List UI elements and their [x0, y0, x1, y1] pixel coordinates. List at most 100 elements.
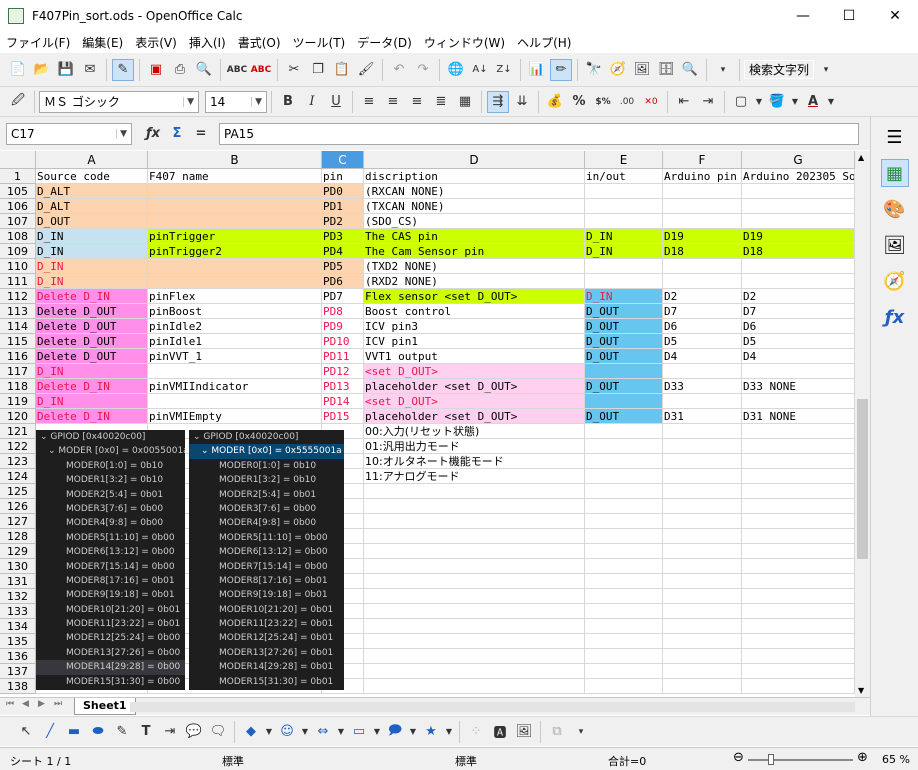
- column-header-b[interactable]: B: [148, 151, 322, 169]
- clone-format-icon[interactable]: 🖌: [355, 59, 377, 81]
- cell[interactable]: [585, 184, 663, 199]
- function-wizard-icon[interactable]: ƒx: [142, 123, 164, 145]
- cell[interactable]: D31 NONE: [742, 409, 855, 424]
- from-file-icon[interactable]: 🖼: [513, 721, 535, 743]
- cell[interactable]: D_OUT: [585, 379, 663, 394]
- font-color-icon[interactable]: A: [802, 91, 824, 113]
- cell[interactable]: PD0: [322, 184, 364, 199]
- cell[interactable]: Delete D_IN: [36, 289, 148, 304]
- search-text-field[interactable]: 検索文字列: [744, 60, 815, 79]
- cell[interactable]: [663, 469, 742, 484]
- cell[interactable]: [663, 514, 742, 529]
- cell[interactable]: [742, 499, 855, 514]
- name-box[interactable]: C17 ▼: [6, 122, 132, 145]
- row-header[interactable]: 1: [0, 169, 36, 184]
- cell[interactable]: [364, 679, 585, 694]
- navigator-icon[interactable]: 🧭: [607, 59, 629, 81]
- cell[interactable]: pinIdle1: [148, 334, 322, 349]
- styles-icon[interactable]: 🎨: [881, 195, 909, 223]
- underline-icon[interactable]: U: [325, 91, 347, 113]
- cell[interactable]: [585, 589, 663, 604]
- copy-icon[interactable]: ❐: [307, 59, 329, 81]
- cell[interactable]: D31: [663, 409, 742, 424]
- cell[interactable]: D18: [742, 244, 855, 259]
- zoom-slider[interactable]: [748, 759, 853, 761]
- save-icon[interactable]: 💾: [55, 59, 77, 81]
- chevron-down-icon[interactable]: ▼: [408, 721, 418, 743]
- freeform-icon[interactable]: ✎: [111, 721, 133, 743]
- note-text[interactable]: 01:汎用出力モード: [364, 439, 585, 454]
- cell[interactable]: [742, 544, 855, 559]
- cell[interactable]: PD6: [322, 274, 364, 289]
- cell[interactable]: [364, 559, 585, 574]
- cell[interactable]: placeholder <set D_OUT>: [364, 409, 585, 424]
- menu-help[interactable]: ヘルプ(H): [511, 34, 577, 51]
- cell[interactable]: D6: [663, 319, 742, 334]
- cell[interactable]: [663, 604, 742, 619]
- selection-mode[interactable]: 標準: [455, 753, 477, 769]
- select-arrow-icon[interactable]: ↖: [15, 721, 37, 743]
- cell[interactable]: PD10: [322, 334, 364, 349]
- menu-insert[interactable]: 挿入(I): [183, 34, 232, 51]
- cell[interactable]: [742, 589, 855, 604]
- row-header[interactable]: 135: [0, 634, 36, 649]
- cell[interactable]: [585, 499, 663, 514]
- cell[interactable]: The Cam Sensor pin: [364, 244, 585, 259]
- cell[interactable]: pin: [322, 169, 364, 184]
- row-header[interactable]: 119: [0, 394, 36, 409]
- cell[interactable]: [585, 259, 663, 274]
- row-header[interactable]: 138: [0, 679, 36, 694]
- edit-mode-icon[interactable]: ✎: [112, 58, 134, 81]
- cell[interactable]: [364, 619, 585, 634]
- cell[interactable]: (TXCAN NONE): [364, 199, 585, 214]
- register-moder-row[interactable]: ⌄ MODER [0x0] = 0x5555001a: [189, 444, 344, 459]
- cell[interactable]: [663, 559, 742, 574]
- line-icon[interactable]: ╱: [39, 721, 61, 743]
- cell[interactable]: [663, 484, 742, 499]
- cell[interactable]: D19: [742, 229, 855, 244]
- font-name-combo[interactable]: ＭＳ ゴシック ▼: [39, 90, 199, 113]
- cell[interactable]: [364, 514, 585, 529]
- column-header-a[interactable]: A: [36, 151, 148, 169]
- cell[interactable]: <set D_OUT>: [364, 364, 585, 379]
- cell[interactable]: [148, 184, 322, 199]
- cell[interactable]: [742, 424, 855, 439]
- row-header[interactable]: 109: [0, 244, 36, 259]
- cell[interactable]: in/out: [585, 169, 663, 184]
- cell[interactable]: ICV pin1: [364, 334, 585, 349]
- menu-view[interactable]: 表示(V): [129, 34, 183, 51]
- increase-indent-icon[interactable]: ⇥: [697, 91, 719, 113]
- cell[interactable]: [742, 514, 855, 529]
- align-left-icon[interactable]: ≡: [358, 91, 380, 113]
- decrease-indent-icon[interactable]: ⇤: [673, 91, 695, 113]
- cell[interactable]: pinBoost: [148, 304, 322, 319]
- menu-data[interactable]: データ(D): [351, 34, 418, 51]
- cell[interactable]: (SDO_CS): [364, 214, 585, 229]
- cell[interactable]: PD13: [322, 379, 364, 394]
- cell[interactable]: [148, 364, 322, 379]
- cell[interactable]: [742, 559, 855, 574]
- cell[interactable]: Delete D_OUT: [36, 304, 148, 319]
- cell[interactable]: [663, 424, 742, 439]
- cut-icon[interactable]: ✂: [283, 59, 305, 81]
- callout-icon[interactable]: ⇥: [159, 721, 181, 743]
- currency-format-icon[interactable]: 💰: [544, 91, 566, 113]
- cell[interactable]: [663, 439, 742, 454]
- cell[interactable]: D_IN: [36, 364, 148, 379]
- cell[interactable]: [585, 469, 663, 484]
- cell[interactable]: PD8: [322, 304, 364, 319]
- cell[interactable]: [585, 529, 663, 544]
- cell[interactable]: Arduino 202305 Sour: [742, 169, 855, 184]
- cell[interactable]: [585, 439, 663, 454]
- chevron-down-icon[interactable]: ▼: [790, 91, 800, 113]
- extrusion-icon[interactable]: ⧉: [546, 721, 568, 743]
- functions-icon[interactable]: ƒx: [881, 303, 909, 331]
- cell[interactable]: [742, 649, 855, 664]
- redo-icon[interactable]: ↷: [412, 59, 434, 81]
- cell[interactable]: [663, 679, 742, 694]
- row-header[interactable]: 132: [0, 589, 36, 604]
- cell[interactable]: D19: [663, 229, 742, 244]
- cell[interactable]: [148, 214, 322, 229]
- cell[interactable]: [742, 439, 855, 454]
- cell[interactable]: D_IN: [36, 244, 148, 259]
